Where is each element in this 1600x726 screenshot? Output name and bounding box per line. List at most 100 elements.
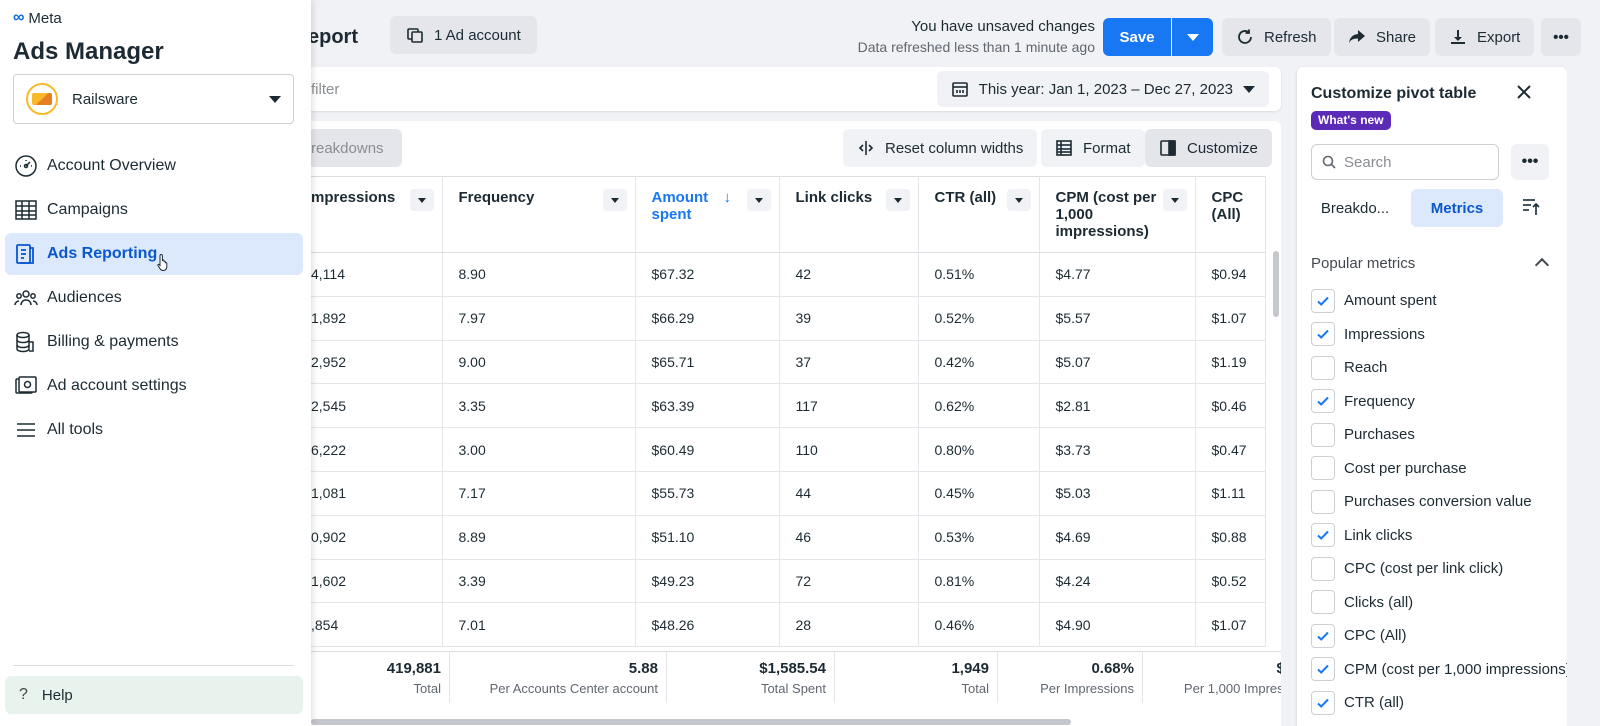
refresh-icon (1238, 29, 1252, 44)
checkbox-unchecked[interactable] (1311, 590, 1335, 615)
column-header[interactable]: CPC (All) (1195, 176, 1266, 253)
metric-option[interactable]: Cost per purchase (1311, 452, 1567, 486)
checkbox-checked[interactable] (1311, 322, 1335, 347)
checkbox-checked[interactable] (1311, 690, 1335, 715)
column-menu-button[interactable] (1006, 189, 1031, 211)
check-icon (1315, 695, 1331, 711)
tab-breakdowns[interactable]: Breakdo... (1311, 189, 1399, 227)
metric-option[interactable]: Clicks (all) (1311, 586, 1567, 620)
tab-metrics[interactable]: Metrics (1411, 189, 1503, 227)
checkbox-checked[interactable] (1311, 523, 1335, 548)
column-header[interactable]: Amount spent ↓ (635, 176, 780, 253)
total-value: 419,881 (386, 660, 441, 677)
metric-option[interactable]: CPM (cost per 1,000 impressions) (1311, 653, 1567, 687)
checkbox-checked[interactable] (1311, 288, 1335, 313)
refresh-button[interactable]: Refresh (1222, 18, 1331, 56)
table-row[interactable]: 2,545 3.35 $63.39 117 0.62% $2.81 $0.46 (311, 383, 1266, 429)
calendar-icon (951, 82, 968, 97)
meta-infinity-icon: ∞ (13, 9, 25, 26)
more-dots-icon: ••• (1553, 28, 1569, 46)
help-button[interactable]: ? Help (5, 676, 303, 714)
account-selector[interactable]: Railsware (13, 74, 294, 124)
column-menu-button[interactable] (409, 189, 434, 211)
metric-option[interactable]: Purchases conversion value (1311, 485, 1567, 519)
table-row[interactable]: 2,952 9.00 $65.71 37 0.42% $5.07 $1.19 (311, 340, 1266, 385)
column-header[interactable]: CPM (cost per 1,000 impressions) (1039, 176, 1196, 253)
sort-icon[interactable] (1521, 197, 1541, 217)
share-button[interactable]: Share (1334, 18, 1431, 56)
checkbox-unchecked[interactable] (1311, 556, 1335, 581)
export-button[interactable]: Export (1435, 18, 1535, 56)
total-cell: 419,881 Total (311, 652, 450, 703)
sidebar-item-billing-payments[interactable]: Billing & payments (5, 321, 303, 363)
table-row[interactable]: 1,892 7.97 $66.29 39 0.52% $5.57 $1.07 (311, 296, 1266, 341)
table-row[interactable]: 1,602 3.39 $49.23 72 0.81% $4.24 $0.52 (311, 559, 1266, 604)
table-row[interactable]: 0,902 8.89 $51.10 46 0.53% $4.69 $0.88 (311, 515, 1266, 560)
sidebar-item-all-tools[interactable]: All tools (5, 409, 303, 451)
sidebar-item-ad-account-settings[interactable]: Ad account settings (5, 365, 303, 407)
sidebar-item-ads-reporting[interactable]: Ads Reporting (5, 233, 303, 275)
reset-column-widths-button[interactable]: Reset column widths (843, 129, 1038, 167)
metric-option[interactable]: Link clicks (1311, 519, 1567, 553)
table-cell: 0.62% (918, 383, 1040, 429)
column-header[interactable]: Link clicks (779, 176, 919, 253)
ad-account-button[interactable]: 1 Ad account (390, 16, 537, 54)
table-row[interactable]: 6,222 3.00 $60.49 110 0.80% $3.73 $0.47 (311, 427, 1266, 472)
metric-option[interactable]: Frequency (1311, 385, 1567, 419)
customize-button[interactable]: Customize (1145, 129, 1272, 167)
sidebar-item-account-overview[interactable]: Account Overview (5, 145, 303, 187)
checkbox-checked[interactable] (1311, 389, 1335, 414)
breakdowns-button[interactable]: reakdowns (311, 129, 402, 167)
table-horizontal-scrollbar[interactable] (311, 719, 1071, 725)
table-row[interactable]: 4,114 8.90 $67.32 42 0.51% $4.77 $0.94 (311, 252, 1266, 297)
metric-option[interactable]: CPC (cost per link click) (1311, 552, 1567, 586)
popular-metrics-header[interactable]: Popular metrics (1311, 255, 1550, 273)
column-menu-button[interactable] (1162, 189, 1187, 211)
metric-option[interactable]: Impressions (1311, 318, 1567, 352)
save-button[interactable]: Save (1103, 18, 1171, 56)
table-cell: $0.47 (1195, 427, 1266, 472)
total-value: 1,949 (951, 660, 989, 677)
checkbox-unchecked[interactable] (1311, 489, 1335, 514)
meta-logo[interactable]: ∞ Meta (13, 9, 62, 27)
table-cell: $66.29 (635, 296, 780, 341)
metric-option[interactable]: CPC (All) (1311, 619, 1567, 653)
checkbox-checked[interactable] (1311, 657, 1335, 682)
sidebar-item-audiences[interactable]: Audiences (5, 277, 303, 319)
table-cell: 44 (779, 471, 919, 516)
save-options-button[interactable] (1172, 18, 1213, 56)
column-header[interactable]: Frequency (442, 176, 636, 253)
metric-option[interactable]: CTR (all) (1311, 686, 1567, 720)
whats-new-badge[interactable]: What's new (1311, 111, 1391, 130)
panel-more-button[interactable]: ••• (1511, 144, 1549, 180)
checkbox-checked[interactable] (1311, 623, 1335, 648)
column-menu-button[interactable] (602, 189, 627, 211)
table-cell: 9.00 (442, 340, 636, 385)
filter-input[interactable]: filter (311, 81, 339, 98)
table-vertical-scrollbar[interactable] (1273, 251, 1279, 317)
checkbox-unchecked[interactable] (1311, 355, 1335, 380)
table-cell: $0.52 (1195, 559, 1266, 604)
metric-option[interactable]: Purchases (1311, 418, 1567, 452)
sidebar-item-campaigns[interactable]: Campaigns (5, 189, 303, 231)
close-icon[interactable] (1513, 81, 1535, 103)
column-header[interactable]: CTR (all) (918, 176, 1040, 253)
column-menu-button[interactable] (746, 189, 771, 211)
page-scrollbar[interactable] (1567, 67, 1581, 726)
format-button[interactable]: Format (1041, 129, 1145, 167)
table-cell: 0.42% (918, 340, 1040, 385)
column-menu-button[interactable] (885, 189, 910, 211)
checkbox-unchecked[interactable] (1311, 422, 1335, 447)
table-cell: 7.97 (442, 296, 636, 341)
metric-option[interactable]: Amount spent (1311, 284, 1567, 318)
table-row[interactable]: 1,081 7.17 $55.73 44 0.45% $5.03 $1.11 (311, 471, 1266, 516)
report-table-card: reakdowns Reset column widths Format Cus… (311, 121, 1281, 726)
date-range-picker[interactable]: This year: Jan 1, 2023 – Dec 27, 2023 (936, 71, 1269, 107)
checkbox-unchecked[interactable] (1311, 456, 1335, 481)
column-header[interactable]: mpressions (311, 176, 443, 253)
more-options-button[interactable]: ••• (1541, 18, 1581, 56)
table-row[interactable]: ,854 7.01 $48.26 28 0.46% $4.90 $1.07 (311, 602, 1266, 648)
metric-option[interactable]: Reach (1311, 351, 1567, 385)
metrics-search-input[interactable]: Search (1311, 144, 1499, 180)
report-icon (13, 242, 39, 266)
